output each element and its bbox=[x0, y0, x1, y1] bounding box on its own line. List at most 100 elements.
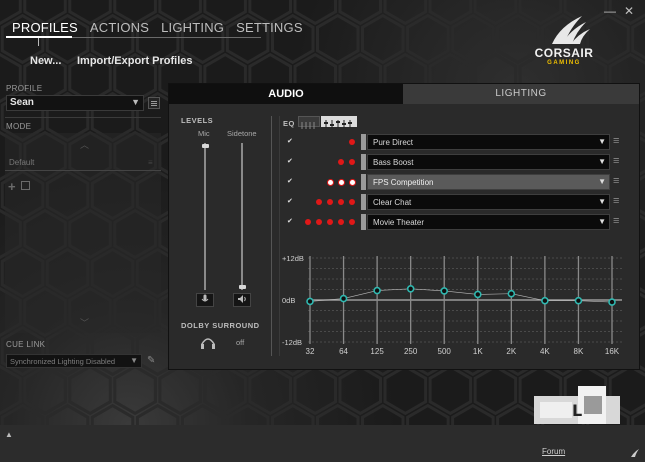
corsair-sails-icon bbox=[630, 444, 640, 462]
eq-sliders-icon bbox=[301, 122, 315, 129]
preset-menu-icon[interactable]: ≡ bbox=[613, 195, 619, 207]
edit-pencil-icon[interactable]: ✎ bbox=[147, 355, 155, 366]
eq-graph[interactable]: +12dB 0dB -12dB 32 64 125 250 500 1K 2K 4K 8K 16K bbox=[272, 250, 630, 360]
sidetone-label: Sidetone bbox=[227, 129, 257, 138]
logo-brand: CORSAIR bbox=[534, 46, 594, 60]
chevron-down-icon: ▼ bbox=[598, 217, 606, 226]
preset-rating-dot bbox=[327, 199, 333, 205]
profile-menu-button[interactable] bbox=[148, 97, 160, 109]
eq-simple-view-button[interactable] bbox=[298, 116, 320, 129]
preset-menu-icon[interactable]: ≡ bbox=[613, 155, 619, 167]
preset-select[interactable]: FPS Competition ▼ bbox=[367, 174, 610, 190]
preset-name: Clear Chat bbox=[373, 198, 412, 207]
preset-select[interactable]: Movie Theater ▼ bbox=[367, 214, 610, 230]
preset-select[interactable]: Bass Boost ▼ bbox=[367, 154, 610, 170]
copy-mode-icon[interactable] bbox=[21, 181, 30, 190]
preset-select[interactable]: Pure Direct ▼ bbox=[367, 134, 610, 150]
expand-icon[interactable]: ▲ bbox=[5, 430, 13, 439]
eq-band-knob[interactable] bbox=[406, 284, 415, 293]
mode-item-default[interactable]: Default bbox=[9, 158, 34, 167]
mic-slider-knob[interactable] bbox=[202, 143, 209, 148]
preset-drag-handle[interactable] bbox=[361, 154, 366, 170]
tab-actions[interactable]: ACTIONS bbox=[84, 20, 155, 38]
eq-band-knob[interactable] bbox=[339, 294, 348, 303]
hex-cell bbox=[248, 364, 292, 416]
new-profile-button[interactable]: New... bbox=[30, 55, 61, 67]
dolby-title: DOLBY SURROUND bbox=[181, 321, 260, 330]
preset-menu-icon[interactable]: ≡ bbox=[613, 215, 619, 227]
preset-checkbox[interactable]: ✔ bbox=[287, 158, 294, 165]
preset-rating-dot bbox=[338, 159, 344, 165]
headphones-icon[interactable] bbox=[200, 336, 216, 354]
sidetone-slider-knob[interactable] bbox=[239, 285, 246, 290]
cue-link-select[interactable]: Synchronized Lighting Disabled ▼ bbox=[6, 354, 142, 368]
preset-menu-icon[interactable]: ≡ bbox=[613, 175, 619, 187]
hex-cell bbox=[361, 13, 405, 65]
y-tick-label: +12dB bbox=[282, 254, 304, 263]
logo-sub: GAMING bbox=[547, 60, 581, 66]
eq-band-knob[interactable] bbox=[507, 289, 516, 298]
scroll-down-icon[interactable]: ﹀ bbox=[80, 316, 89, 329]
hex-cell bbox=[406, 13, 450, 65]
preset-checkbox[interactable]: ✔ bbox=[287, 138, 294, 145]
preset-name: Bass Boost bbox=[373, 158, 414, 167]
scroll-up-icon[interactable]: ︿ bbox=[80, 138, 89, 151]
eq-band-knob[interactable] bbox=[541, 296, 549, 305]
eq-band-knob[interactable] bbox=[608, 298, 616, 306]
sidetone-slider-track[interactable] bbox=[241, 143, 243, 290]
preset-rating-dot bbox=[316, 199, 322, 205]
forum-link[interactable]: Forum bbox=[542, 447, 565, 456]
preset-rating-dot bbox=[349, 179, 356, 186]
eq-band-knob[interactable] bbox=[574, 296, 583, 305]
preset-checkbox[interactable]: ✔ bbox=[287, 218, 294, 225]
tab-audio[interactable]: AUDIO bbox=[169, 84, 403, 104]
add-mode-icon[interactable]: + bbox=[8, 179, 16, 194]
dolby-state: off bbox=[236, 338, 245, 347]
hex-cell bbox=[428, 364, 473, 416]
hex-cell bbox=[158, 364, 202, 416]
preset-drag-handle[interactable] bbox=[361, 134, 366, 150]
eq-band-knob[interactable] bbox=[473, 290, 482, 299]
eq-band-knob[interactable] bbox=[306, 297, 314, 306]
preset-drag-handle[interactable] bbox=[361, 174, 366, 190]
preset-drag-handle[interactable] bbox=[361, 214, 366, 230]
preset-menu-icon[interactable]: ≡ bbox=[613, 135, 619, 147]
preset-name: Movie Theater bbox=[373, 218, 424, 227]
preset-rating-dot bbox=[338, 219, 344, 225]
microphone-icon bbox=[201, 294, 209, 302]
preset-drag-handle[interactable] bbox=[361, 194, 366, 210]
eq-advanced-view-button[interactable] bbox=[321, 116, 357, 128]
mic-slider-track[interactable] bbox=[204, 143, 206, 290]
hex-cell bbox=[451, 13, 495, 65]
hex-cell bbox=[338, 364, 382, 416]
preset-select[interactable]: Clear Chat ▼ bbox=[367, 194, 610, 210]
mode-label: MODE bbox=[6, 122, 32, 131]
close-button[interactable]: ✕ bbox=[624, 4, 634, 18]
chevron-down-icon: ▼ bbox=[130, 356, 138, 365]
profile-select[interactable]: Sean ▼ bbox=[6, 95, 144, 111]
preset-rating-dot bbox=[305, 219, 311, 225]
preset-rating-dot bbox=[349, 219, 355, 225]
chevron-down-icon: ▼ bbox=[598, 177, 606, 186]
sidetone-mute-button[interactable] bbox=[233, 293, 251, 307]
preset-rating-dot bbox=[338, 179, 345, 186]
y-tick-label: 0dB bbox=[282, 296, 295, 305]
mic-mute-button[interactable] bbox=[196, 293, 214, 307]
tab-settings[interactable]: SETTINGS bbox=[230, 20, 309, 38]
preset-rating-dot bbox=[349, 159, 355, 165]
preset-rating-dot bbox=[349, 199, 355, 205]
preset-checkbox[interactable]: ✔ bbox=[287, 178, 294, 185]
eq-band-knob[interactable] bbox=[373, 286, 381, 295]
mic-label: Mic bbox=[198, 129, 210, 138]
preset-checkbox[interactable]: ✔ bbox=[287, 198, 294, 205]
sails-icon bbox=[552, 16, 590, 44]
eq-band-knob[interactable] bbox=[440, 287, 449, 295]
tab-lighting[interactable]: LIGHTING bbox=[155, 20, 230, 38]
preset-rating-dot bbox=[349, 139, 355, 145]
mode-item-menu-icon[interactable]: ≡ bbox=[148, 158, 153, 167]
tab-lighting-device[interactable]: LIGHTING bbox=[403, 84, 639, 104]
cue-link-label: CUE LINK bbox=[6, 340, 46, 349]
minimize-button[interactable]: — bbox=[604, 4, 616, 18]
x-tick-label: 125 bbox=[370, 347, 384, 356]
import-export-button[interactable]: Import/Export Profiles bbox=[77, 55, 193, 67]
